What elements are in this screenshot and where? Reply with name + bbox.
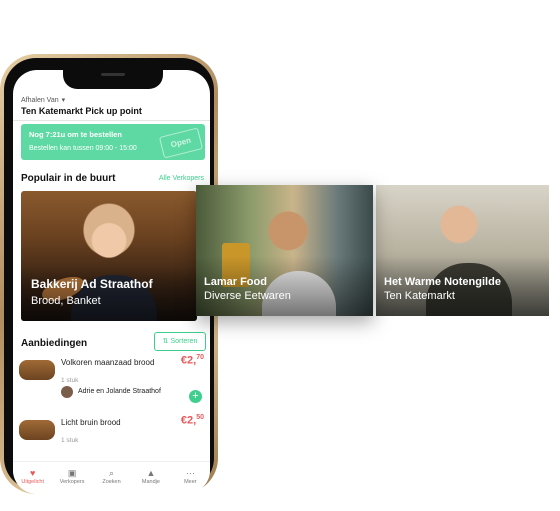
list-item[interactable]: Volkoren maanzaad brood €2,70 1 stuk Adr… (13, 354, 210, 414)
product-image (19, 360, 55, 380)
pickup-selector[interactable]: Afhalen Van ▾ (21, 96, 65, 104)
sort-label: Sorteren (170, 338, 198, 345)
product-price: €2,50 (180, 414, 204, 427)
search-icon: ⌕ (108, 468, 115, 478)
product-name: Licht bruin brood (61, 418, 121, 427)
avatar (61, 386, 73, 398)
chevron-down-icon: ▾ (61, 97, 66, 104)
pickup-location[interactable]: Ten Katemarkt Pick up point (21, 106, 142, 116)
product-price: €2,70 (180, 354, 204, 367)
tab-bar: ♥ Uitgelicht ▣ Verkopers ⌕ Zoeken ▲ Mandje ·… (13, 461, 210, 494)
vendor-category: Ten Katemarkt (384, 290, 455, 302)
vendor-category: Brood, Banket (31, 295, 101, 307)
vendor-card-bakkerij[interactable]: Bakkerij Ad Straathof Brood, Banket (21, 191, 197, 321)
basket-icon: ▲ (146, 468, 156, 478)
tab-meer[interactable]: ··· Meer (171, 462, 210, 494)
product-unit: 1 stuk (61, 437, 79, 444)
sort-icon: ⇅ (162, 338, 169, 345)
pickup-label: Afhalen Van (21, 97, 59, 104)
popular-title: Populair in de buurt (21, 173, 116, 184)
seller-name: Adrie en Jolande Straathof (78, 388, 161, 395)
vendor-category: Diverse Eetwaren (204, 290, 291, 302)
divider (13, 120, 210, 121)
vendor-name: Bakkerij Ad Straathof (31, 277, 153, 291)
speaker (101, 73, 125, 76)
vendor-name: Het Warme Notengilde (384, 276, 501, 288)
order-banner: Nog 7:21u om te bestellen Bestellen kan … (21, 124, 205, 160)
product-unit: 1 stuk (61, 377, 79, 384)
heart-icon: ♥ (30, 468, 36, 478)
vendor-name: Lamar Food (204, 276, 267, 288)
tab-zoeken[interactable]: ⌕ Zoeken (92, 462, 131, 494)
phone-notch (63, 67, 163, 89)
all-sellers-link[interactable]: Alle Verkopers (159, 175, 204, 182)
sort-button[interactable]: ⇅ Sorteren (154, 332, 206, 351)
tab-mandje[interactable]: ▲ Mandje (131, 462, 170, 494)
phone-bezel: Afhalen Van ▾ Ten Katemarkt Pick up point… (4, 58, 214, 494)
countdown-text: Nog 7:21u om te bestellen (29, 130, 122, 139)
app-screen: Afhalen Van ▾ Ten Katemarkt Pick up point… (13, 70, 210, 494)
order-window-text: Bestellen kan tussen 09:00 - 15:00 (29, 145, 137, 152)
offers-title: Aanbiedingen (21, 338, 88, 349)
product-name: Volkoren maanzaad brood (61, 358, 155, 367)
tab-verkopers[interactable]: ▣ Verkopers (52, 462, 91, 494)
tab-uitgelicht[interactable]: ♥ Uitgelicht (13, 462, 52, 494)
add-to-cart-button[interactable]: + (189, 390, 202, 403)
store-icon: ▣ (67, 468, 77, 478)
more-icon: ··· (185, 468, 195, 478)
product-image (19, 420, 55, 440)
vendor-card-notengilde[interactable]: Het Warme Notengilde Ten Katemarkt (376, 185, 549, 316)
phone-frame: Afhalen Van ▾ Ten Katemarkt Pick up point… (0, 54, 218, 494)
open-sign-icon: Open (158, 127, 204, 159)
vendor-card-lamar-food[interactable]: Lamar Food Diverse Eetwaren (196, 185, 373, 316)
